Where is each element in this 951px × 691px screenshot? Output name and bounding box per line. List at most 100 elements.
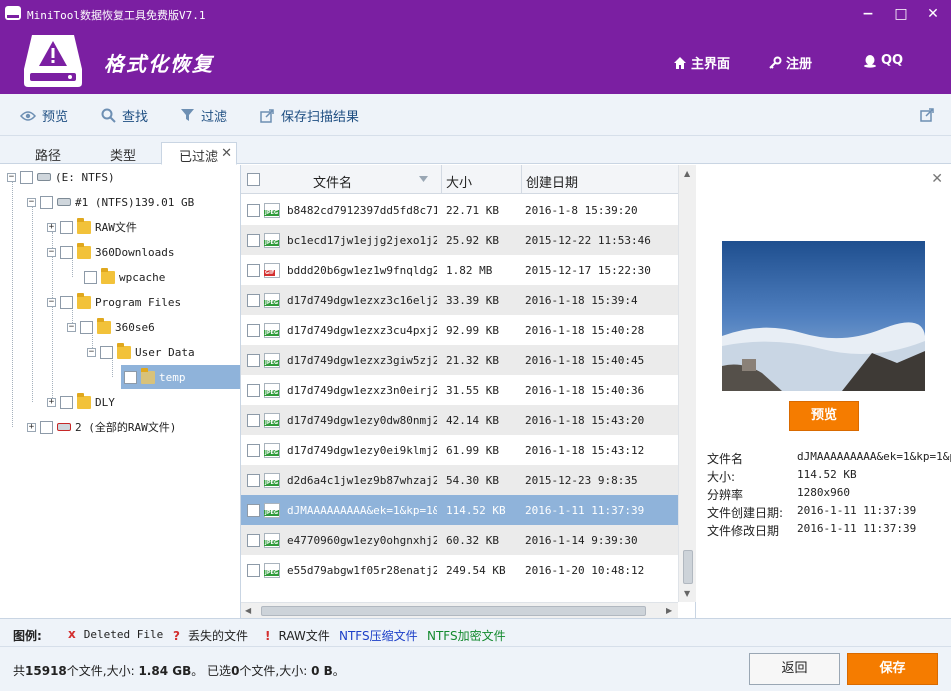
row-checkbox[interactable] xyxy=(247,534,260,547)
scroll-right-icon[interactable]: ▶ xyxy=(666,606,672,615)
table-row[interactable]: JPEG dJMAAAAAAAAA&ek=1&kp=1&… 114.52 KB 201… xyxy=(241,495,678,525)
scroll-down-icon[interactable]: ▼ xyxy=(684,589,690,598)
collapse-icon[interactable]: − xyxy=(47,247,56,257)
save-scan-toolbar-button[interactable]: 保存扫描结果 xyxy=(260,106,359,125)
preview-toolbar-button[interactable]: 预览 xyxy=(20,106,68,125)
expand-icon[interactable]: + xyxy=(27,422,36,432)
expand-icon[interactable]: + xyxy=(47,397,56,407)
row-checkbox[interactable] xyxy=(247,354,260,367)
tree-node-volume-e[interactable]: − (E: NTFS) xyxy=(7,166,115,188)
vertical-scrollbar[interactable]: ▲ ▼ xyxy=(678,165,696,602)
tree-node-user-data[interactable]: − User Data xyxy=(87,341,195,363)
file-date-cell: 2016-1-18 15:40:28 xyxy=(525,324,645,337)
expand-icon[interactable]: + xyxy=(47,222,56,232)
row-checkbox[interactable] xyxy=(247,204,260,217)
row-checkbox[interactable] xyxy=(247,384,260,397)
horizontal-scroll-thumb[interactable] xyxy=(261,606,646,616)
column-header-name[interactable]: 文件名 xyxy=(313,172,352,191)
collapse-icon[interactable]: − xyxy=(47,297,56,307)
horizontal-scrollbar[interactable]: ◀ ▶ xyxy=(241,602,678,618)
window-title: MiniTool数据恢复工具免费版V7.1 xyxy=(27,9,206,22)
tree-node-wpcache[interactable]: wpcache xyxy=(84,266,165,288)
tree-node-360downloads[interactable]: − 360Downloads xyxy=(47,241,174,263)
tree-node-360se6[interactable]: − 360se6 xyxy=(67,316,155,338)
scroll-left-icon[interactable]: ◀ xyxy=(245,606,251,615)
tree-node-raw-files[interactable]: + RAW文件 xyxy=(47,216,137,238)
tab-filtered[interactable]: 已过滤 ✕ xyxy=(161,142,237,165)
minimize-button[interactable]: − xyxy=(856,4,880,24)
row-checkbox[interactable] xyxy=(247,294,260,307)
row-checkbox[interactable] xyxy=(247,414,260,427)
tree-checkbox[interactable] xyxy=(40,420,53,434)
close-button[interactable]: ✕ xyxy=(921,4,945,24)
column-header-size[interactable]: 大小 xyxy=(446,172,472,191)
select-all-checkbox[interactable] xyxy=(247,173,260,186)
row-checkbox[interactable] xyxy=(247,324,260,337)
register-nav-button[interactable]: 注册 xyxy=(768,53,812,72)
collapse-icon[interactable]: − xyxy=(27,197,36,207)
row-checkbox[interactable] xyxy=(247,234,260,247)
tree-checkbox[interactable] xyxy=(60,295,73,309)
tree-checkbox[interactable] xyxy=(124,370,137,384)
file-name-cell: d17d749dgw1ezy0ei9klmj2… xyxy=(287,444,437,457)
tree-node-all-raw[interactable]: + 2 (全部的RAW文件) xyxy=(27,416,176,438)
find-toolbar-button[interactable]: 查找 xyxy=(101,106,148,125)
tree-node-label: 360Downloads xyxy=(95,245,175,259)
tree-node-partition-1[interactable]: − #1 (NTFS)139.01 GB xyxy=(27,191,194,213)
table-row[interactable]: JPEG d17d749dgw1ezxz3cu4pxj2… 92.99 KB 2016… xyxy=(241,315,678,345)
tree-checkbox[interactable] xyxy=(60,245,73,259)
tree-node-label: User Data xyxy=(135,345,195,359)
row-checkbox[interactable] xyxy=(247,564,260,577)
filter-toolbar-button[interactable]: 过滤 xyxy=(180,106,227,125)
tree-checkbox[interactable] xyxy=(60,395,73,409)
table-row[interactable]: JPEG d2d6a4c1jw1ez9b87whzaj2… 54.30 KB 2015… xyxy=(241,465,678,495)
tree-checkbox[interactable] xyxy=(20,170,33,184)
share-icon[interactable] xyxy=(920,107,935,122)
back-button[interactable]: 返回 xyxy=(749,653,840,685)
tree-node-program-files[interactable]: − Program Files xyxy=(47,291,181,313)
tree-checkbox[interactable] xyxy=(84,270,97,284)
tree-node-temp[interactable]: temp xyxy=(124,366,186,388)
maximize-button[interactable]: □ xyxy=(889,4,913,24)
table-row[interactable]: GIF bddd20b6gw1ez1w9fnqldg2… 1.82 MB 2015-1… xyxy=(241,255,678,285)
file-type-tag: JPEG xyxy=(264,570,280,576)
legend-bar: 图例: x Deleted File ? 丢失的文件 ! RAW文件 NTFS压缩文件… xyxy=(0,618,951,646)
row-checkbox[interactable] xyxy=(247,474,260,487)
scroll-up-icon[interactable]: ▲ xyxy=(684,169,690,178)
toolbar: 预览 查找 过滤 保存扫描结果 xyxy=(0,94,951,136)
table-row[interactable]: JPEG d17d749dgw1ezxz3n0eirj2… 31.55 KB 2016… xyxy=(241,375,678,405)
table-row[interactable]: JPEG d17d749dgw1ezy0dw80nmj2… 42.14 KB 2016… xyxy=(241,405,678,435)
tree-checkbox[interactable] xyxy=(80,320,93,334)
tree-checkbox[interactable] xyxy=(40,195,53,209)
save-button[interactable]: 保存 xyxy=(847,653,938,685)
preview-button[interactable]: 预览 xyxy=(789,401,859,431)
table-row[interactable]: JPEG d17d749dgw1ezy0ei9klmj2… 61.99 KB 2016… xyxy=(241,435,678,465)
status-bar: 共15918个文件,大小: 1.84 GB。 已选0个文件,大小: 0 B。 返… xyxy=(0,646,951,691)
table-row[interactable]: JPEG e55d79abgw1f05r28enatj2… 249.54 KB 201… xyxy=(241,555,678,585)
jpeg-file-icon: JPEG xyxy=(264,443,280,458)
file-name-cell: d17d749dgw1ezxz3c16elj2… xyxy=(287,294,437,307)
file-type-tag: JPEG xyxy=(264,420,280,426)
tree-checkbox[interactable] xyxy=(60,220,73,234)
table-row[interactable]: JPEG d17d749dgw1ezxz3giw5zj2… 21.32 KB 2016… xyxy=(241,345,678,375)
collapse-icon[interactable]: − xyxy=(7,172,16,182)
table-row[interactable]: JPEG b8482cd7912397dd5fd8c71… 22.71 KB 2016… xyxy=(241,195,678,225)
table-row[interactable]: JPEG e4770960gw1ezy0ohgnxhj2… 60.32 KB 2016… xyxy=(241,525,678,555)
close-preview-icon[interactable]: ✕ xyxy=(931,171,943,187)
table-row[interactable]: JPEG bc1ecd17jw1ejjg2jexo1j2… 25.92 KB 2015… xyxy=(241,225,678,255)
qq-nav-button[interactable]: QQ xyxy=(863,53,903,68)
collapse-icon[interactable]: − xyxy=(67,322,76,332)
vertical-scroll-thumb[interactable] xyxy=(683,550,693,584)
close-tab-icon[interactable]: ✕ xyxy=(221,146,232,161)
tree-node-dly[interactable]: + DLY xyxy=(47,391,115,413)
row-checkbox[interactable] xyxy=(247,504,260,517)
column-header-date[interactable]: 创建日期 xyxy=(526,172,578,191)
tab-path[interactable]: 路径 xyxy=(35,142,61,164)
home-nav-button[interactable]: 主界面 xyxy=(673,53,730,72)
tab-type[interactable]: 类型 xyxy=(110,142,136,164)
row-checkbox[interactable] xyxy=(247,444,260,457)
tree-checkbox[interactable] xyxy=(100,345,113,359)
row-checkbox[interactable] xyxy=(247,264,260,277)
collapse-icon[interactable]: − xyxy=(87,347,96,357)
table-row[interactable]: JPEG d17d749dgw1ezxz3c16elj2… 33.39 KB 2016… xyxy=(241,285,678,315)
